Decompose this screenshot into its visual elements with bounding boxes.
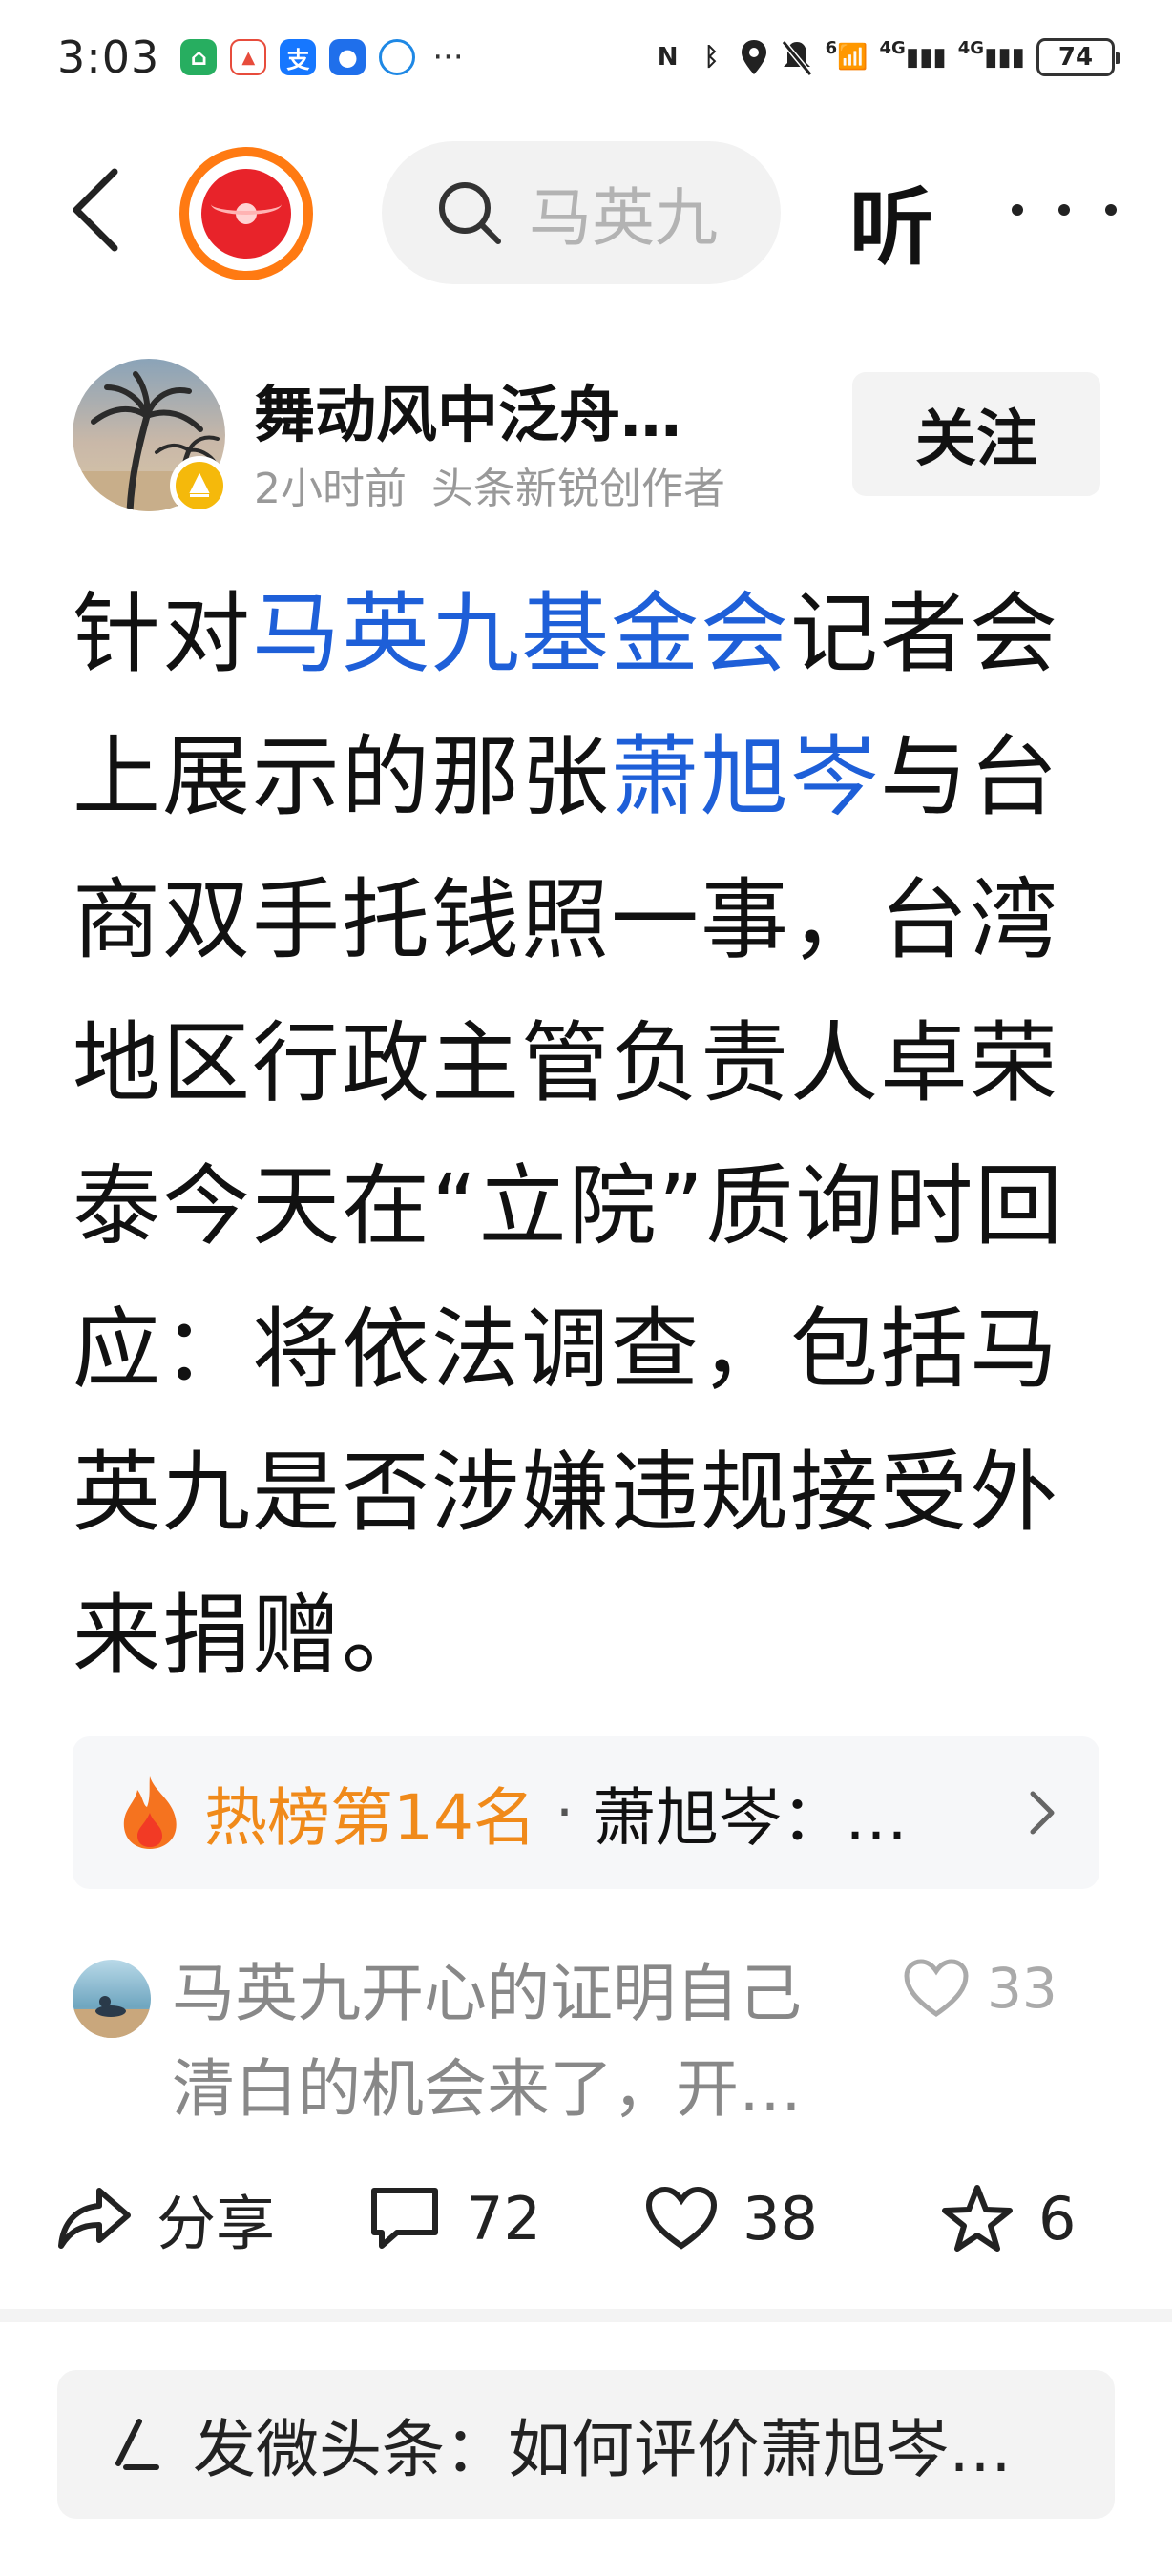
share-icon [58,2188,131,2249]
notification-icons: ⌂ ▲ 支 ● ··· [180,38,464,76]
author-meta: 2小时前 头条新锐创作者 [254,454,725,515]
post-text-3: 与台商双手托钱照一事，台湾地区行政主管负责人卓荣泰今天在“立院”质询时回应：将依… [73,726,1065,1687]
favorite-count: 6 [1038,2183,1077,2254]
action-bar: 分享 72 38 6 [57,2166,1115,2271]
mute-bell-icon [781,40,812,76]
star-icon [942,2185,1013,2252]
creator-badge-icon [170,456,229,515]
rank-separator: · [555,1779,575,1846]
flame-icon [123,1776,177,1849]
hot-rank-label: 热榜第14名 [204,1781,536,1855]
like-count: 38 [743,2183,818,2254]
pen-icon [115,2419,159,2470]
compose-bar[interactable]: 发微头条：如何评价萧旭岑… [57,2370,1115,2519]
more-icon-dot [1105,204,1117,216]
favorite-button[interactable]: 6 [941,2184,1076,2254]
battery-level: 74 [1057,43,1094,72]
post-text-1: 针对 [73,583,253,685]
follow-button[interactable]: 关注 [852,372,1100,496]
comment-button[interactable]: 72 [368,2184,541,2254]
cloud-app-icon [379,39,416,75]
redpacket-button[interactable] [179,147,313,280]
section-divider [0,2309,1172,2322]
more-icon-dot [1058,204,1070,216]
share-label: 分享 [157,2189,276,2258]
share-button[interactable]: 分享 [57,2175,275,2261]
signal-2-label: 4G [957,38,985,58]
link-ma-ying-jeou-foundation[interactable]: 马英九基金会 [252,583,790,685]
nfc-icon: N [657,43,679,72]
comment-like-count: 33 [987,1956,1057,2021]
search-placeholder: 马英九 [529,181,718,255]
signal-1-icon: 4G ▮▮▮ [879,38,947,72]
wifi-icon: 6 📶 [825,38,869,72]
back-button[interactable] [57,162,134,258]
hot-rank-topic: 萧旭岑：… [593,1781,909,1855]
post-body: 针对马英九基金会记者会上展示的那张萧旭岑与台商双手托钱照一事，台湾地区行政主管负… [73,563,1113,1708]
chart-app-icon: ▲ [230,39,267,75]
signal-1-label: 4G [879,38,906,58]
comment-icon [371,2188,438,2249]
heart-icon [645,2186,718,2250]
status-bar: 3:03 ⌂ ▲ 支 ● ··· N ᛒ 6 📶 4G ▮▮▮ 4G ▮▮▮ 74 [0,0,1172,114]
top-nav: 马英九 听 [0,134,1172,286]
bulb-app-icon: ● [329,39,366,75]
alipay-app-icon: 支 [280,39,317,75]
hot-rank-banner[interactable]: 热榜第14名 · 萧旭岑：… [73,1736,1099,1889]
bluetooth-icon: ᛒ [703,43,720,72]
compose-text: 发微头条：如何评价萧旭岑… [193,2413,1012,2486]
search-bar[interactable]: 马英九 [382,141,781,284]
comment-preview[interactable]: 马英九开心的证明自己清白的机会来了，开… 33 [73,1946,1099,2137]
comment-text: 马英九开心的证明自己清白的机会来了，开… [172,1957,802,2126]
post-time: 2小时前 [254,465,407,513]
heart-icon [904,1959,969,2018]
comment-like-button[interactable]: 33 [903,1956,1057,2021]
location-icon [741,40,766,74]
link-hsiao-hsu-tsen[interactable]: 萧旭岑 [611,726,880,828]
redpacket-icon [201,169,291,259]
battery-icon: 74 [1036,38,1120,76]
status-more: ··· [432,38,464,76]
author-name[interactable]: 舞动风中泛舟… [254,366,681,454]
home-app-icon: ⌂ [180,39,218,75]
commenter-avatar [73,1960,151,2038]
comment-count: 72 [466,2183,541,2254]
chevron-right-icon [1030,1791,1055,1835]
wifi-badge: 6 [825,38,838,58]
more-button[interactable] [1012,181,1117,239]
author-avatar[interactable] [73,359,229,515]
back-icon [73,168,118,252]
author-title: 头条新锐创作者 [431,465,725,513]
status-time: 3:03 [57,31,160,83]
more-icon [1012,204,1023,216]
search-icon [439,182,501,244]
author-row: 舞动风中泛舟… 2小时前 头条新锐创作者 关注 [73,359,1100,515]
system-icons: N ᛒ 6 📶 4G ▮▮▮ 4G ▮▮▮ 74 [652,38,1120,76]
signal-2-icon: 4G ▮▮▮ [957,38,1025,72]
listen-button[interactable]: 听 [849,160,933,281]
like-button[interactable]: 38 [645,2184,818,2254]
